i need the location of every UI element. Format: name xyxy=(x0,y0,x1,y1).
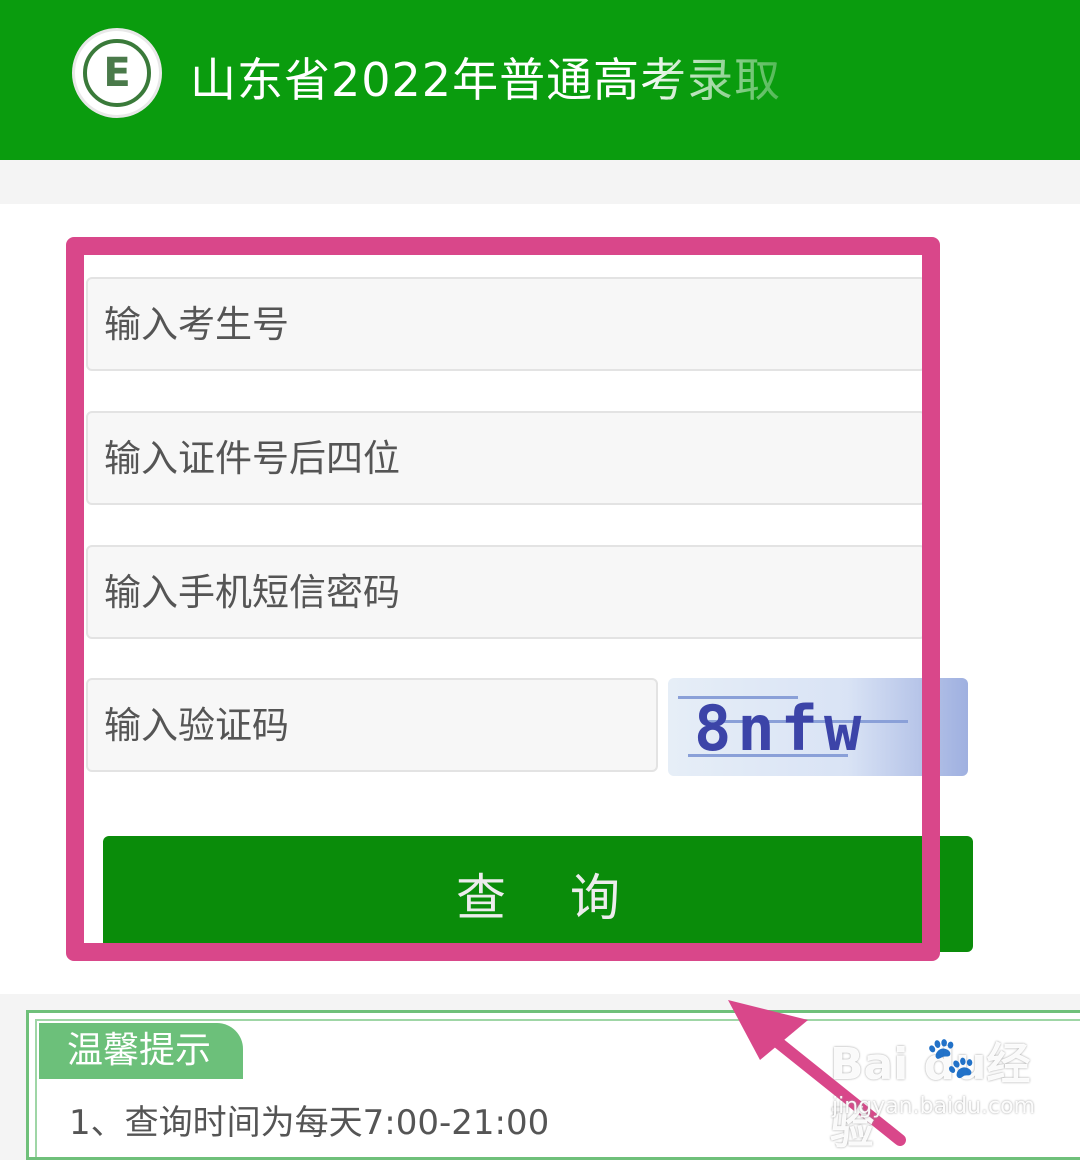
header-blur-overlay xyxy=(640,30,1080,130)
tips-title-badge: 温馨提示 xyxy=(39,1023,243,1079)
query-button[interactable]: 查 询 xyxy=(103,836,973,952)
captcha-image[interactable]: 8nfw xyxy=(668,678,968,776)
tips-line: 1、查询时间为每天7:00-21:00 xyxy=(69,1103,550,1143)
logo-letter: E xyxy=(103,50,131,96)
paw-icon: 🐾 xyxy=(926,1035,976,1081)
id-last-four-input[interactable] xyxy=(86,411,926,505)
captcha-input[interactable] xyxy=(86,678,658,772)
sms-password-input[interactable] xyxy=(86,545,926,639)
baidu-jingyan-watermark: Bai du经验 🐾 jingyan.baidu.com xyxy=(830,1028,1070,1154)
captcha-text: 8nfw xyxy=(694,692,868,765)
exam-number-input[interactable] xyxy=(86,277,926,371)
watermark-url: jingyan.baidu.com xyxy=(832,1094,1036,1119)
exam-authority-logo: E xyxy=(72,28,162,118)
app-header: E 山东省2022年普通高考录取 xyxy=(0,0,1080,160)
